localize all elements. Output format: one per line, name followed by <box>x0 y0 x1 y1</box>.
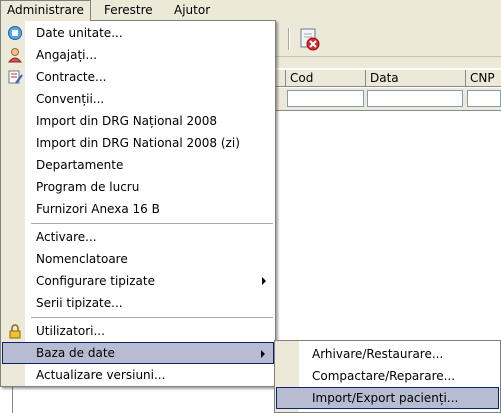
menu-ferestre[interactable]: Ferestre <box>98 1 159 19</box>
menu-item-import-drg-2008-zi[interactable]: Import din DRG National 2008 (zi) <box>2 132 274 154</box>
menu-item-label: Import/Export pacienți... <box>312 391 459 405</box>
menu-item-utilizatori[interactable]: Utilizatori... <box>2 320 274 342</box>
delete-document-icon <box>300 28 320 51</box>
menu-item-label: Angajați... <box>36 48 97 62</box>
contract-icon <box>8 70 23 84</box>
menu-item-activare[interactable]: Activare... <box>2 226 274 248</box>
menu-item-nomenclatoare[interactable]: Nomenclatoare <box>2 248 274 270</box>
menu-item-label: Program de lucru <box>36 180 140 194</box>
menu-item-angajati[interactable]: Angajați... <box>2 44 274 66</box>
menu-item-label: Baza de date <box>36 346 115 360</box>
submenu-item-import-export-pacienti[interactable]: Import/Export pacienți... <box>276 387 499 409</box>
baza-de-date-submenu: Arhivare/Restaurare... Compactare/Repara… <box>274 340 501 413</box>
menu-item-program-de-lucru[interactable]: Program de lucru <box>2 176 274 198</box>
menu-item-label: Activare... <box>36 230 97 244</box>
menu-item-departamente[interactable]: Departamente <box>2 154 274 176</box>
menu-item-label: Utilizatori... <box>36 324 105 338</box>
menu-bar: Administrare Ferestre Ajutor <box>0 0 501 21</box>
toolbar-separator <box>288 28 290 50</box>
menu-item-label: Actualizare versiuni... <box>36 368 166 382</box>
grid-header-cod[interactable]: Cod <box>286 70 366 87</box>
unit-info-icon <box>8 26 22 40</box>
menu-item-conventii[interactable]: Convenții... <box>2 88 274 110</box>
menu-item-import-drg-2008[interactable]: Import din DRG Național 2008 <box>2 110 274 132</box>
lock-icon <box>9 324 21 339</box>
menu-item-label: Nomenclatoare <box>36 252 128 266</box>
submenu-arrow-icon <box>261 350 265 358</box>
administrare-dropdown: Date unitate... Angajați... Contracte...… <box>0 20 276 387</box>
menu-item-label: Import din DRG Național 2008 <box>36 114 218 128</box>
filter-data-input[interactable] <box>367 90 463 107</box>
grid-header-data[interactable]: Data <box>366 70 466 87</box>
menu-item-label: Configurare tipizate <box>36 274 155 288</box>
menu-item-label: Date unitate... <box>36 26 123 40</box>
menu-item-label: Serii tipizate... <box>36 296 123 310</box>
submenu-item-compactare-reparare[interactable]: Compactare/Reparare... <box>276 365 499 387</box>
menu-item-label: Convenții... <box>36 92 105 106</box>
menu-item-baza-de-date[interactable]: Baza de date <box>2 342 274 364</box>
submenu-arrow-icon <box>262 277 266 285</box>
menu-item-label: Import din DRG National 2008 (zi) <box>36 136 240 150</box>
menu-item-label: Contracte... <box>36 70 107 84</box>
menu-ajutor[interactable]: Ajutor <box>168 1 216 19</box>
menu-item-configurare-tipizate[interactable]: Configurare tipizate <box>2 270 274 292</box>
filter-cod-input[interactable] <box>287 90 364 107</box>
menu-administrare[interactable]: Administrare <box>0 0 91 21</box>
menu-separator <box>31 223 273 224</box>
menu-separator <box>31 317 273 318</box>
delete-record-button[interactable] <box>296 26 322 52</box>
menu-item-label: Furnizori Anexa 16 B <box>36 202 160 216</box>
grid-header-cnp[interactable]: CNP <box>466 70 501 87</box>
menu-item-actualizare-versiuni[interactable]: Actualizare versiuni... <box>2 364 274 386</box>
menu-item-serii-tipizate[interactable]: Serii tipizate... <box>2 292 274 314</box>
menu-item-label: Arhivare/Restaurare... <box>312 347 444 361</box>
menu-item-contracte[interactable]: Contracte... <box>2 66 274 88</box>
submenu-item-arhivare-restaurare[interactable]: Arhivare/Restaurare... <box>276 343 499 365</box>
filter-cnp-input[interactable] <box>467 90 501 107</box>
menu-item-label: Departamente <box>36 158 124 172</box>
menu-item-date-unitate[interactable]: Date unitate... <box>2 22 274 44</box>
employee-icon <box>7 48 23 63</box>
menu-item-label: Compactare/Reparare... <box>312 369 456 383</box>
menu-item-furnizori-anexa[interactable]: Furnizori Anexa 16 B <box>2 198 274 220</box>
